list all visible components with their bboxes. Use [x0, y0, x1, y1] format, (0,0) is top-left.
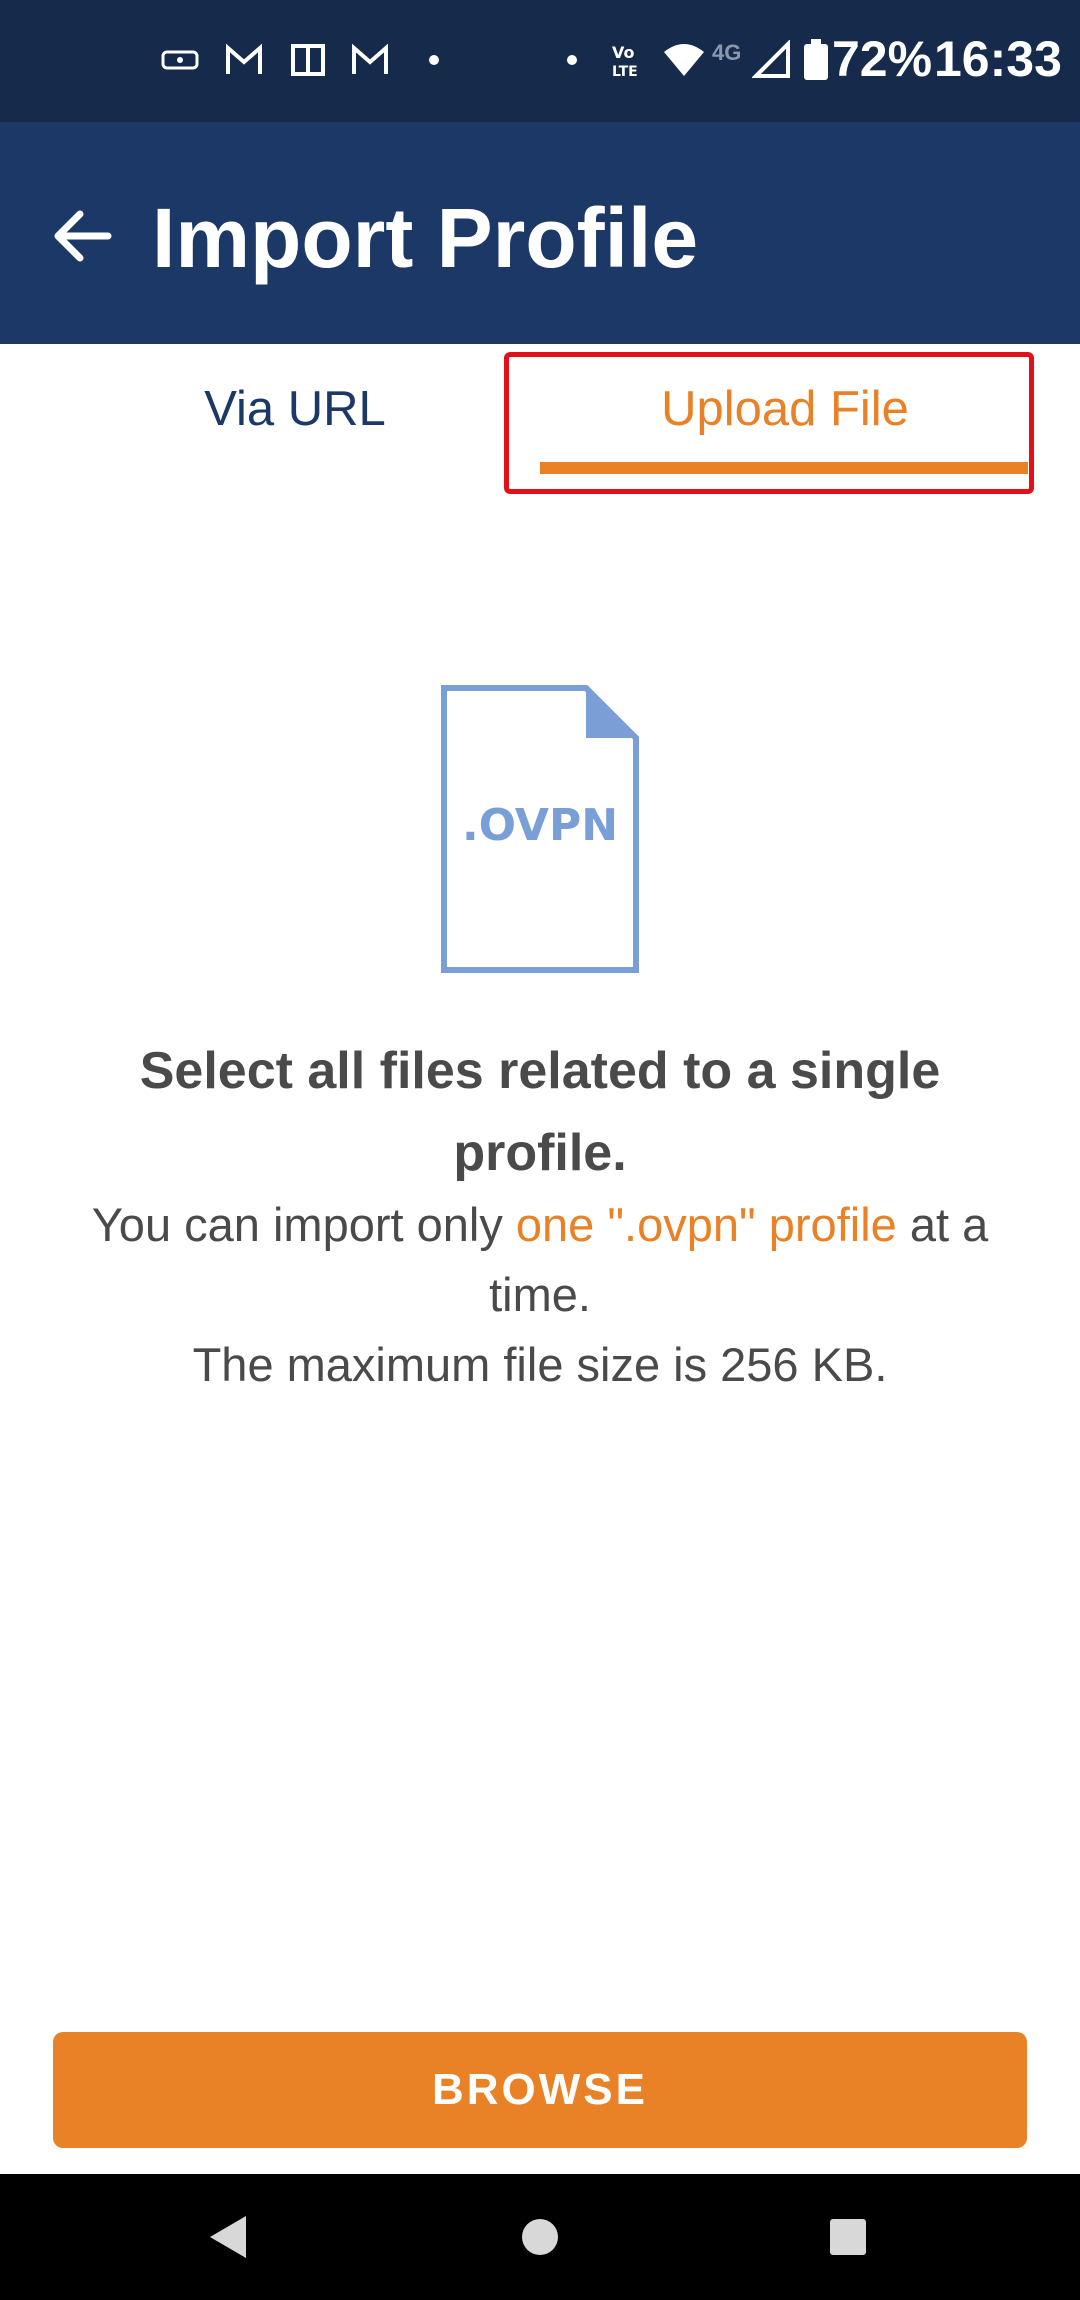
status-bar: Vo LTE 4G 72% 16:33	[0, 0, 1080, 122]
instruction-body: You can import only one ".ovpn" profile …	[40, 1190, 1040, 1400]
tab-via-url[interactable]: Via URL	[40, 344, 550, 474]
body-text-highlight: one ".ovpn" profile	[515, 1198, 897, 1251]
svg-text:LTE: LTE	[612, 64, 638, 80]
dot-icon	[567, 55, 577, 65]
volte-icon: Vo LTE	[612, 43, 638, 80]
vpn-key-icon	[161, 50, 199, 70]
highlight-annotation-box	[504, 352, 1034, 494]
system-navigation-bar	[0, 2174, 1080, 2300]
page-title: Import Profile	[152, 191, 699, 285]
back-nav-icon[interactable]	[208, 2214, 248, 2260]
arrow-left-icon[interactable]	[50, 204, 114, 268]
wifi-icon	[664, 44, 704, 76]
book-icon	[291, 44, 325, 76]
file-extension-label: .OVPN	[461, 800, 619, 851]
gmail-icon	[226, 43, 262, 74]
network-type: 4G	[712, 40, 742, 65]
app-bar: Import Profile	[0, 122, 1080, 344]
browse-button[interactable]: BROWSE	[53, 2032, 1027, 2148]
instruction-headline: Select all files related to a single pro…	[139, 1042, 941, 1182]
max-file-size-text: The maximum file size is 256 KB.	[192, 1338, 888, 1391]
home-nav-icon[interactable]	[520, 2214, 560, 2260]
body-text-start: You can import only	[91, 1198, 516, 1251]
battery-icon	[804, 39, 828, 80]
svg-text:Vo: Vo	[612, 43, 635, 62]
dot-icon	[429, 55, 439, 65]
clock-time: 16:33	[934, 31, 1062, 87]
signal-icon	[752, 40, 790, 78]
gmail-icon	[352, 43, 388, 74]
recents-nav-icon[interactable]	[828, 2214, 868, 2260]
battery-percent: 72%	[832, 31, 933, 87]
